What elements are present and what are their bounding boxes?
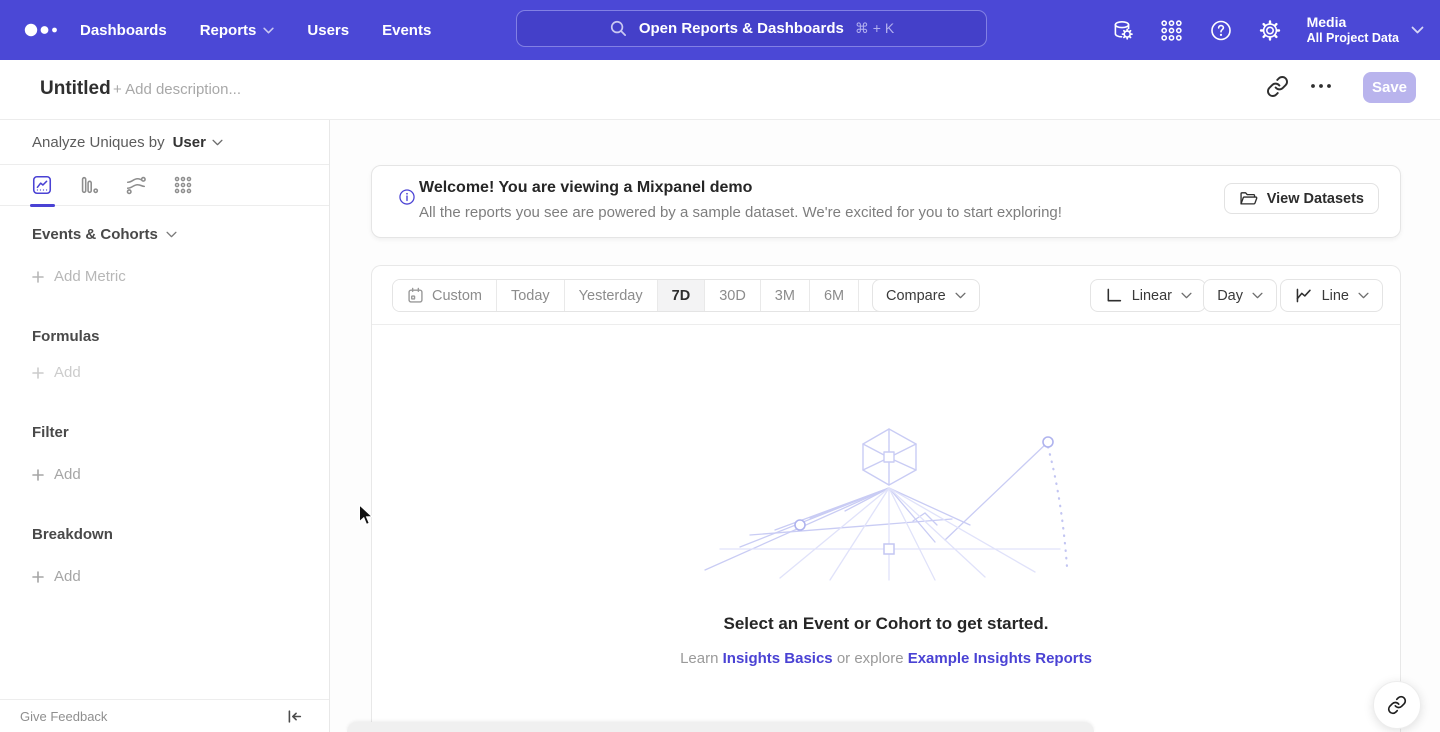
plus-icon bbox=[32, 571, 44, 583]
nav-reports[interactable]: Reports bbox=[200, 22, 275, 39]
tab-flow-chart[interactable] bbox=[125, 174, 147, 196]
insights-basics-link[interactable]: Insights Basics bbox=[723, 650, 833, 667]
results-panel-edge[interactable] bbox=[347, 722, 1094, 732]
query-builder-sidebar: Analyze Uniques by User bbox=[0, 120, 330, 732]
chart-controls: Custom Today Yesterday 7D 30D 3M 6M 12M … bbox=[372, 266, 1400, 325]
add-formula-button[interactable]: Add bbox=[32, 364, 81, 381]
empty-state-illustration bbox=[690, 424, 1082, 581]
filter-heading: Filter bbox=[32, 424, 69, 441]
nav-dashboards[interactable]: Dashboards bbox=[80, 22, 167, 39]
range-custom[interactable]: Custom bbox=[393, 280, 496, 311]
calendar-icon bbox=[407, 287, 424, 304]
chevron-down-icon bbox=[1411, 26, 1424, 34]
report-description-placeholder[interactable]: + Add description... bbox=[113, 81, 241, 98]
range-yesterday[interactable]: Yesterday bbox=[564, 280, 657, 311]
project-selector[interactable]: Media All Project Data bbox=[1307, 14, 1424, 46]
welcome-banner: Welcome! You are viewing a Mixpanel demo… bbox=[371, 165, 1401, 238]
project-name: Media bbox=[1307, 14, 1399, 31]
add-filter-button[interactable]: Add bbox=[32, 466, 81, 483]
bar-chart-icon bbox=[78, 174, 100, 196]
chart-type-tabs bbox=[0, 165, 329, 206]
topnav-right: Media All Project Data bbox=[1111, 0, 1424, 60]
banner-body: All the reports you see are powered by a… bbox=[419, 204, 1062, 221]
info-icon bbox=[398, 188, 416, 206]
range-7d[interactable]: 7D bbox=[657, 280, 705, 311]
global-search[interactable]: Open Reports & Dashboards ⌘ + K bbox=[516, 10, 987, 47]
primary-nav: Dashboards Reports Users Events bbox=[80, 0, 431, 60]
line-chart-icon bbox=[1294, 286, 1313, 305]
range-3m[interactable]: 3M bbox=[760, 280, 809, 311]
report-title[interactable]: Untitled bbox=[40, 78, 111, 100]
active-tab-underline bbox=[30, 204, 55, 207]
formulas-heading: Formulas bbox=[32, 328, 100, 345]
breakdown-heading: Breakdown bbox=[32, 526, 113, 543]
range-30d[interactable]: 30D bbox=[704, 280, 760, 311]
save-button[interactable]: Save bbox=[1363, 72, 1416, 103]
scale-dropdown[interactable]: Linear bbox=[1090, 279, 1206, 312]
add-metric-button[interactable]: Add Metric bbox=[32, 268, 126, 285]
chevron-down-icon bbox=[1181, 292, 1192, 299]
share-link-fab[interactable] bbox=[1373, 681, 1421, 729]
range-today[interactable]: Today bbox=[496, 280, 564, 311]
project-scope: All Project Data bbox=[1307, 31, 1399, 46]
tab-metric-grid[interactable] bbox=[172, 174, 194, 196]
chevron-down-icon bbox=[1252, 292, 1263, 299]
report-header: Untitled + Add description... bbox=[0, 60, 1440, 120]
line-chart-icon bbox=[31, 174, 53, 196]
axis-scale-icon bbox=[1104, 286, 1123, 305]
report-card: Custom Today Yesterday 7D 30D 3M 6M 12M … bbox=[371, 265, 1401, 732]
date-range-segments: Custom Today Yesterday 7D 30D 3M 6M 12M bbox=[392, 279, 916, 312]
analyze-uniques-row: Analyze Uniques by User bbox=[0, 120, 329, 165]
search-placeholder: Open Reports & Dashboards bbox=[639, 20, 844, 37]
tab-bar-chart[interactable] bbox=[78, 174, 100, 196]
empty-state-subtitle: Learn Insights Basics or explore Example… bbox=[372, 650, 1400, 667]
analyze-label: Analyze Uniques by bbox=[32, 134, 165, 151]
nav-users[interactable]: Users bbox=[307, 22, 349, 39]
analyze-value-dropdown[interactable]: User bbox=[173, 134, 223, 151]
compare-dropdown[interactable]: Compare bbox=[872, 279, 980, 312]
nav-events[interactable]: Events bbox=[382, 22, 431, 39]
banner-title: Welcome! You are viewing a Mixpanel demo bbox=[419, 179, 752, 197]
folder-icon bbox=[1239, 189, 1258, 208]
plus-icon bbox=[32, 271, 44, 283]
main-content: Welcome! You are viewing a Mixpanel demo… bbox=[330, 120, 1440, 732]
chevron-down-icon bbox=[166, 231, 177, 238]
plus-icon bbox=[32, 469, 44, 481]
link-icon bbox=[1387, 695, 1407, 715]
collapse-sidebar-icon[interactable] bbox=[286, 708, 303, 725]
range-6m[interactable]: 6M bbox=[809, 280, 858, 311]
search-shortcut: ⌘ + K bbox=[855, 20, 894, 37]
empty-state-title: Select an Event or Cohort to get started… bbox=[372, 614, 1400, 634]
view-datasets-button[interactable]: View Datasets bbox=[1224, 183, 1379, 214]
granularity-dropdown[interactable]: Day bbox=[1203, 279, 1277, 312]
help-icon[interactable] bbox=[1209, 18, 1233, 42]
top-navbar: Dashboards Reports Users Events Open Rep… bbox=[0, 0, 1440, 60]
example-reports-link[interactable]: Example Insights Reports bbox=[908, 650, 1092, 667]
chart-type-dropdown[interactable]: Line bbox=[1280, 279, 1383, 312]
sidebar-footer: Give Feedback bbox=[0, 699, 329, 732]
events-cohorts-heading[interactable]: Events & Cohorts bbox=[32, 226, 177, 243]
copy-link-icon[interactable] bbox=[1266, 75, 1289, 98]
flow-chart-icon bbox=[125, 174, 147, 196]
search-icon bbox=[609, 19, 628, 38]
chevron-down-icon bbox=[955, 292, 966, 299]
apps-grid-icon[interactable] bbox=[1160, 18, 1184, 42]
give-feedback-link[interactable]: Give Feedback bbox=[20, 709, 107, 724]
chevron-down-icon bbox=[263, 27, 274, 34]
mixpanel-logo-icon[interactable] bbox=[24, 22, 60, 38]
gear-icon[interactable] bbox=[1258, 18, 1282, 42]
chevron-down-icon bbox=[212, 139, 223, 146]
tab-line-chart[interactable] bbox=[31, 174, 53, 196]
data-management-icon[interactable] bbox=[1111, 18, 1135, 42]
chevron-down-icon bbox=[1358, 292, 1369, 299]
metric-grid-icon bbox=[172, 174, 194, 196]
plus-icon bbox=[32, 367, 44, 379]
add-breakdown-button[interactable]: Add bbox=[32, 568, 81, 585]
more-options-icon[interactable] bbox=[1308, 81, 1334, 91]
